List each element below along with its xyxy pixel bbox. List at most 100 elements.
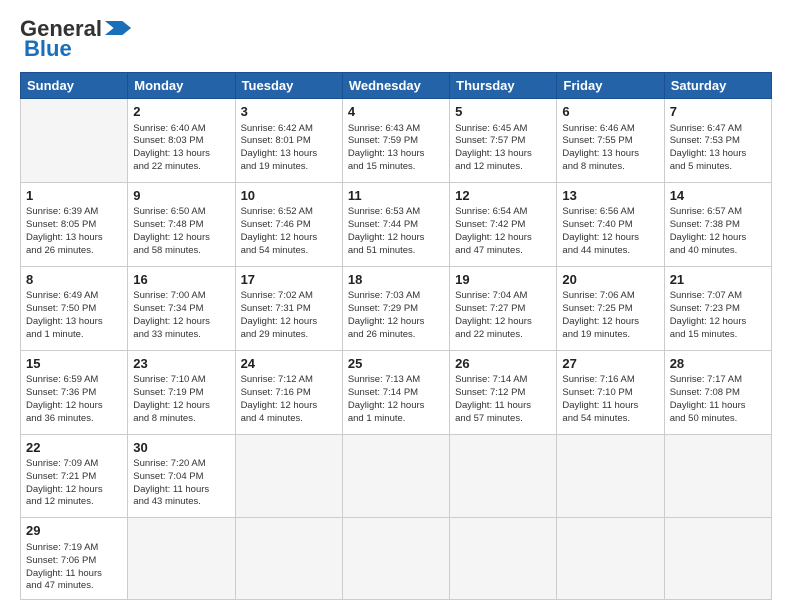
calendar-cell: 28Sunrise: 7:17 AMSunset: 7:08 PMDayligh… <box>664 350 771 434</box>
calendar-cell: 22Sunrise: 7:09 AMSunset: 7:21 PMDayligh… <box>21 434 128 518</box>
day-info: Sunrise: 6:49 AM <box>26 290 122 303</box>
day-info: and 1 minute. <box>348 413 444 426</box>
calendar-cell: 11Sunrise: 6:53 AMSunset: 7:44 PMDayligh… <box>342 182 449 266</box>
calendar-cell: 4Sunrise: 6:43 AMSunset: 7:59 PMDaylight… <box>342 99 449 183</box>
calendar-cell: 7Sunrise: 6:47 AMSunset: 7:53 PMDaylight… <box>664 99 771 183</box>
day-info: Sunrise: 7:04 AM <box>455 290 551 303</box>
day-info: Daylight: 13 hours <box>133 148 229 161</box>
day-info: Sunset: 7:48 PM <box>133 219 229 232</box>
day-info: Sunrise: 6:39 AM <box>26 206 122 219</box>
calendar-cell <box>450 434 557 518</box>
day-info: Sunset: 7:21 PM <box>26 471 122 484</box>
day-info: Sunrise: 7:03 AM <box>348 290 444 303</box>
day-info: Sunset: 7:44 PM <box>348 219 444 232</box>
logo-blue: Blue <box>24 36 72 62</box>
day-info: Sunrise: 7:09 AM <box>26 458 122 471</box>
calendar-cell: 19Sunrise: 7:04 AMSunset: 7:27 PMDayligh… <box>450 266 557 350</box>
calendar-cell: 24Sunrise: 7:12 AMSunset: 7:16 PMDayligh… <box>235 350 342 434</box>
day-info: Sunrise: 7:16 AM <box>562 374 658 387</box>
page: General Blue SundayMondayTuesdayWednesda… <box>0 0 792 612</box>
day-info: and 15 minutes. <box>348 161 444 174</box>
day-number: 12 <box>455 187 551 205</box>
calendar-cell <box>128 518 235 600</box>
calendar-cell: 21Sunrise: 7:07 AMSunset: 7:23 PMDayligh… <box>664 266 771 350</box>
day-info: Sunset: 7:16 PM <box>241 387 337 400</box>
day-number: 18 <box>348 271 444 289</box>
day-info: Sunset: 7:46 PM <box>241 219 337 232</box>
calendar-cell <box>235 434 342 518</box>
day-number: 3 <box>241 103 337 121</box>
day-info: Sunset: 7:34 PM <box>133 303 229 316</box>
day-info: and 22 minutes. <box>455 329 551 342</box>
day-info: Sunrise: 7:20 AM <box>133 458 229 471</box>
calendar-cell: 10Sunrise: 6:52 AMSunset: 7:46 PMDayligh… <box>235 182 342 266</box>
day-number: 23 <box>133 355 229 373</box>
day-number: 13 <box>562 187 658 205</box>
calendar-cell <box>450 518 557 600</box>
day-info: Sunset: 7:55 PM <box>562 135 658 148</box>
day-info: Sunrise: 6:56 AM <box>562 206 658 219</box>
day-number: 29 <box>26 522 122 540</box>
day-number: 26 <box>455 355 551 373</box>
day-info: Daylight: 11 hours <box>562 400 658 413</box>
day-number: 14 <box>670 187 766 205</box>
day-info: and 58 minutes. <box>133 245 229 258</box>
day-info: Daylight: 12 hours <box>26 400 122 413</box>
day-info: Sunset: 8:05 PM <box>26 219 122 232</box>
day-info: Sunset: 7:23 PM <box>670 303 766 316</box>
day-info: Sunset: 8:01 PM <box>241 135 337 148</box>
day-info: Sunset: 8:03 PM <box>133 135 229 148</box>
day-number: 20 <box>562 271 658 289</box>
logo: General Blue <box>20 16 132 62</box>
day-info: Daylight: 12 hours <box>241 400 337 413</box>
day-info: and 54 minutes. <box>562 413 658 426</box>
calendar-cell <box>235 518 342 600</box>
day-info: Daylight: 12 hours <box>348 232 444 245</box>
day-info: Daylight: 12 hours <box>133 316 229 329</box>
day-info: Sunrise: 6:42 AM <box>241 123 337 136</box>
day-number: 22 <box>26 439 122 457</box>
day-number: 16 <box>133 271 229 289</box>
day-number: 27 <box>562 355 658 373</box>
weekday-header: Saturday <box>664 73 771 99</box>
calendar-cell: 9Sunrise: 6:50 AMSunset: 7:48 PMDaylight… <box>128 182 235 266</box>
day-info: and 29 minutes. <box>241 329 337 342</box>
day-info: Sunset: 7:59 PM <box>348 135 444 148</box>
calendar-cell: 30Sunrise: 7:20 AMSunset: 7:04 PMDayligh… <box>128 434 235 518</box>
day-info: and 47 minutes. <box>455 245 551 258</box>
calendar-cell: 1Sunrise: 6:39 AMSunset: 8:05 PMDaylight… <box>21 182 128 266</box>
weekday-header: Monday <box>128 73 235 99</box>
day-info: Sunrise: 6:47 AM <box>670 123 766 136</box>
day-info: Daylight: 11 hours <box>133 484 229 497</box>
weekday-header: Thursday <box>450 73 557 99</box>
calendar-cell: 16Sunrise: 7:00 AMSunset: 7:34 PMDayligh… <box>128 266 235 350</box>
calendar-cell: 29Sunrise: 7:19 AMSunset: 7:06 PMDayligh… <box>21 518 128 600</box>
day-info: and 22 minutes. <box>133 161 229 174</box>
day-info: and 12 minutes. <box>26 496 122 509</box>
calendar-cell <box>557 518 664 600</box>
day-info: Sunset: 7:12 PM <box>455 387 551 400</box>
day-info: and 19 minutes. <box>241 161 337 174</box>
day-number: 1 <box>26 187 122 205</box>
day-info: Sunrise: 6:40 AM <box>133 123 229 136</box>
day-number: 5 <box>455 103 551 121</box>
day-info: and 51 minutes. <box>348 245 444 258</box>
day-info: and 26 minutes. <box>26 245 122 258</box>
calendar-cell: 8Sunrise: 6:49 AMSunset: 7:50 PMDaylight… <box>21 266 128 350</box>
day-info: and 33 minutes. <box>133 329 229 342</box>
day-info: Sunrise: 6:59 AM <box>26 374 122 387</box>
calendar-cell <box>342 518 449 600</box>
day-info: Sunrise: 7:02 AM <box>241 290 337 303</box>
day-info: Daylight: 13 hours <box>241 148 337 161</box>
calendar-cell: 27Sunrise: 7:16 AMSunset: 7:10 PMDayligh… <box>557 350 664 434</box>
day-number: 19 <box>455 271 551 289</box>
day-info: Sunrise: 6:50 AM <box>133 206 229 219</box>
day-number: 17 <box>241 271 337 289</box>
day-info: Sunset: 7:53 PM <box>670 135 766 148</box>
day-number: 25 <box>348 355 444 373</box>
day-info: Daylight: 12 hours <box>562 316 658 329</box>
day-info: Daylight: 11 hours <box>670 400 766 413</box>
day-number: 28 <box>670 355 766 373</box>
day-info: Daylight: 12 hours <box>562 232 658 245</box>
day-info: and 19 minutes. <box>562 329 658 342</box>
